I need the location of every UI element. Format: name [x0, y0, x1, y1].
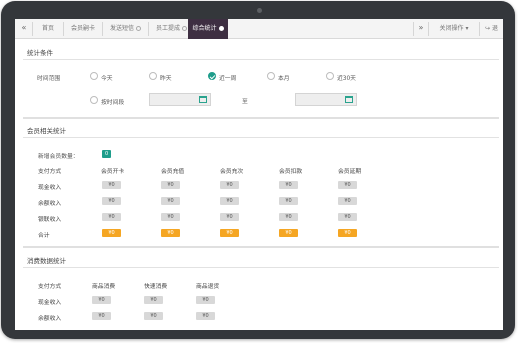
tab-member-card-label: 会员嗣卡 — [70, 25, 95, 32]
tab-send-sms-label: 发送短信 — [109, 25, 134, 32]
value-pill: ¥0 — [279, 197, 298, 205]
exit-button[interactable]: ↪ 退 — [480, 19, 503, 39]
time-range-label: 时间范围 — [37, 76, 61, 82]
col-header-recharge-times: 会员充次 — [220, 169, 244, 175]
calendar-icon[interactable] — [345, 96, 353, 103]
tab-summary-stats[interactable]: 综合统计 — [188, 19, 228, 39]
webcam-dot — [257, 8, 262, 13]
value-pill: ¥0 — [161, 181, 180, 189]
value-pill: ¥0 — [161, 213, 180, 221]
row-label-balance: 余额收入 — [38, 316, 62, 322]
radio-today-label: 今天 — [101, 76, 113, 82]
value-pill: ¥0 — [102, 213, 121, 221]
row-label-cash: 现金收入 — [38, 185, 62, 191]
col-header-goods-return: 商品退货 — [196, 284, 220, 290]
member-stats-title: 会员相关统计 — [27, 127, 66, 135]
radio-by-time-range-label: 按时间段 — [101, 100, 125, 106]
laptop-mockup: « 首页 会员嗣卡 发送短信 员工提成 综合统计 » 关闭操作 ▾ ↪ 退 统计… — [0, 0, 518, 343]
value-pill: ¥0 — [92, 296, 111, 304]
value-pill: ¥0 — [102, 181, 121, 189]
tab-member-card[interactable]: 会员嗣卡 — [64, 19, 102, 39]
divider — [23, 59, 499, 60]
total-pill: ¥0 — [279, 229, 298, 237]
exit-icon: ↪ — [485, 25, 491, 32]
value-pill: ¥0 — [196, 312, 215, 320]
tab-home[interactable]: 首页 — [33, 19, 63, 39]
close-operations-label: 关闭操作 — [439, 25, 464, 32]
radio-today[interactable] — [90, 72, 98, 80]
section-divider — [23, 246, 499, 248]
tab-summary-stats-label: 综合统计 — [192, 25, 217, 32]
radio-last-30-days-label: 近30天 — [337, 76, 356, 82]
row-label-cash: 现金收入 — [38, 300, 62, 306]
row-label-balance: 余额收入 — [38, 201, 62, 207]
section-divider — [23, 117, 499, 119]
close-tab-icon[interactable] — [182, 26, 187, 31]
value-pill: ¥0 — [220, 197, 239, 205]
radio-yesterday-label: 昨天 — [160, 76, 172, 82]
value-pill: ¥0 — [220, 181, 239, 189]
date-range-separator: 至 — [242, 99, 248, 105]
start-date-input[interactable] — [149, 93, 211, 106]
value-pill: ¥0 — [92, 312, 111, 320]
radio-by-time-range[interactable] — [90, 96, 98, 104]
row-label-unionpay: 银联收入 — [38, 217, 62, 223]
double-chevron-left-icon: « — [21, 23, 27, 32]
value-pill: ¥0 — [144, 312, 163, 320]
divider — [23, 267, 499, 268]
new-members-label: 新增会员数量： — [38, 154, 79, 160]
consume-stats-title: 消费数据统计 — [27, 257, 66, 265]
value-pill: ¥0 — [338, 213, 357, 221]
col-header-payment: 支付方式 — [38, 284, 62, 290]
filter-section-title: 统计条件 — [27, 49, 53, 57]
tabs-next-button[interactable]: » — [414, 19, 428, 39]
col-header-payment: 支付方式 — [38, 169, 62, 175]
col-header-recharge: 会员充值 — [161, 169, 185, 175]
value-pill: ¥0 — [338, 197, 357, 205]
radio-last-week-label: 近一周 — [219, 76, 237, 82]
value-pill: ¥0 — [144, 296, 163, 304]
value-pill: ¥0 — [161, 197, 180, 205]
total-pill: ¥0 — [338, 229, 357, 237]
tab-bar: « 首页 会员嗣卡 发送短信 员工提成 综合统计 » 关闭操作 ▾ ↪ 退 — [15, 19, 503, 39]
radio-this-month-label: 本月 — [278, 76, 290, 82]
value-pill: ¥0 — [196, 296, 215, 304]
close-tab-icon[interactable] — [136, 26, 141, 31]
radio-this-month[interactable] — [267, 72, 275, 80]
tabs-prev-button[interactable]: « — [17, 19, 31, 39]
radio-yesterday[interactable] — [149, 72, 157, 80]
app-screen: « 首页 会员嗣卡 发送短信 员工提成 综合统计 » 关闭操作 ▾ ↪ 退 统计… — [15, 19, 503, 330]
double-chevron-right-icon: » — [418, 23, 424, 32]
divider — [23, 137, 499, 138]
value-pill: ¥0 — [220, 213, 239, 221]
new-members-count-badge: 0 — [102, 150, 112, 158]
radio-last-30-days[interactable] — [326, 72, 334, 80]
row-label-total: 合计 — [38, 233, 50, 239]
value-pill: ¥0 — [279, 213, 298, 221]
col-header-quick-consume: 快速消费 — [144, 284, 168, 290]
close-operations-dropdown[interactable]: 关闭操作 ▾ — [429, 19, 479, 39]
tab-staff-commission-label: 员工提成 — [155, 25, 180, 32]
end-date-input[interactable] — [295, 93, 357, 106]
value-pill: ¥0 — [102, 197, 121, 205]
calendar-icon[interactable] — [199, 96, 207, 103]
col-header-open-card: 会员开卡 — [101, 169, 125, 175]
value-pill: ¥0 — [338, 181, 357, 189]
col-header-deduction: 会员扣款 — [279, 169, 303, 175]
col-header-extension: 会员延期 — [338, 169, 362, 175]
radio-last-week[interactable] — [208, 72, 216, 80]
col-header-goods-consume: 商品消费 — [92, 284, 116, 290]
total-pill: ¥0 — [161, 229, 180, 237]
value-pill: ¥0 — [279, 181, 298, 189]
tab-home-label: 首页 — [41, 25, 54, 32]
total-pill: ¥0 — [102, 229, 121, 237]
caret-down-icon: ▾ — [465, 25, 469, 32]
close-tab-icon[interactable] — [218, 26, 224, 31]
total-pill: ¥0 — [220, 229, 239, 237]
tab-send-sms[interactable]: 发送短信 — [103, 19, 148, 39]
exit-label: 退 — [491, 25, 498, 32]
